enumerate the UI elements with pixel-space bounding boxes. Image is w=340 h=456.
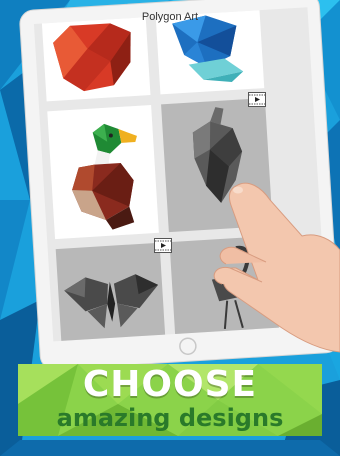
promo-banner: CHOOSE amazing designs [18, 364, 322, 436]
subheadline-text: amazing designs [56, 404, 284, 432]
headline-text: CHOOSE [82, 364, 258, 405]
app-store-screenshot: Polygon Art CHOOSE amazing designs [0, 0, 340, 456]
video-icon[interactable] [154, 238, 172, 253]
video-icon[interactable] [248, 92, 266, 107]
app-title: Polygon Art [141, 11, 199, 23]
